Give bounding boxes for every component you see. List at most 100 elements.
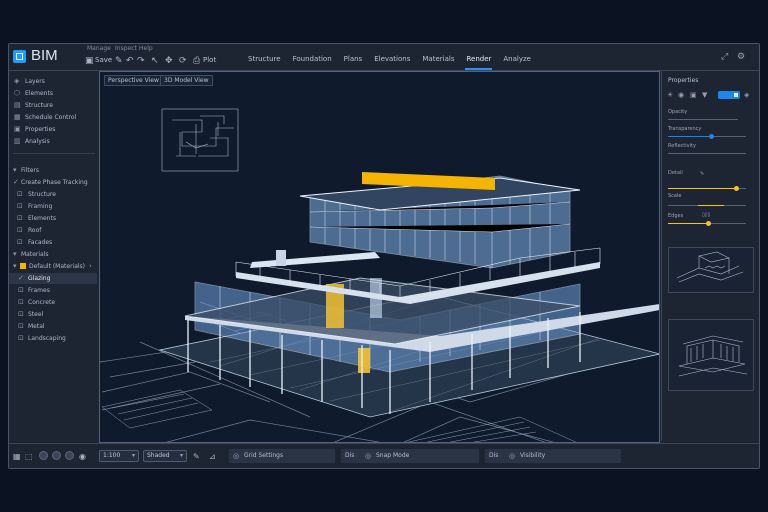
tree-item[interactable]: ⊡ Facades: [9, 237, 97, 248]
expand-icon[interactable]: ⤢: [721, 52, 728, 62]
tree-item-label: Structure: [28, 191, 56, 198]
pencil-icon[interactable]: ✎: [115, 56, 123, 66]
grid-view-icon[interactable]: ▦: [13, 452, 21, 461]
tab-3d-model-view[interactable]: 3D Model View: [160, 75, 213, 86]
section-label: Materials: [21, 251, 49, 258]
grid-icon: ◎: [233, 452, 240, 460]
tab-plans[interactable]: Plans: [343, 55, 364, 70]
snap-mode-field[interactable]: Dis ◎ Snap Mode: [341, 449, 479, 463]
view-style-dropdown[interactable]: Shaded ▾: [143, 450, 187, 462]
chevron-down-icon: ▾: [131, 452, 135, 459]
material-item[interactable]: ⊡ Frames: [9, 285, 97, 296]
wall-icon: ▤: [14, 101, 21, 109]
layers-icon[interactable]: ◈: [744, 91, 749, 99]
tab-structure[interactable]: Structure: [247, 55, 282, 70]
tab-foundation[interactable]: Foundation: [292, 55, 333, 70]
chevron-down-icon: ▾: [179, 452, 183, 459]
bottom-status-toolbar: ▦ ⬚ ◉ 1:100 ▾ Shaded ▾ ✎ ⊿ ◎ Grid Settin…: [9, 443, 759, 468]
folder-icon: ⊡: [17, 190, 23, 198]
folder-icon: ⊡: [17, 238, 23, 246]
measure-icon[interactable]: ⊿: [209, 452, 216, 461]
visibility-field[interactable]: Dis ◎ Visibility: [485, 449, 621, 463]
sidebar-item-structure[interactable]: ▤ Structure: [9, 100, 97, 111]
detail-slider[interactable]: [668, 186, 746, 191]
sun-icon[interactable]: ☀: [667, 91, 673, 99]
opacity-slider[interactable]: [668, 119, 738, 120]
settings-icon[interactable]: ⚙: [737, 52, 745, 62]
tree-item[interactable]: ⊡ Roof: [9, 225, 97, 236]
material-item[interactable]: ⊡ Metal: [9, 321, 97, 332]
scale-slider[interactable]: [668, 205, 746, 206]
print-icon[interactable]: ⎙: [193, 56, 200, 66]
detail-label: Detail: [668, 170, 683, 176]
reflectivity-slider[interactable]: [668, 153, 746, 154]
sidebar-item-label: Layers: [25, 78, 45, 85]
zoom-in-icon[interactable]: [39, 451, 48, 460]
folder-icon: ⊡: [17, 214, 23, 222]
grid-settings-field[interactable]: ◎ Grid Settings: [229, 449, 335, 463]
quick-label[interactable]: Inspect: [115, 45, 137, 52]
field-label: Grid Settings: [244, 452, 284, 459]
scale-label: Scale: [668, 193, 682, 199]
top-toolbar: BIM Manage Inspect Help ▣ Save ✎ ↶ ↷ ↖ ✥…: [9, 44, 759, 71]
edit-icon[interactable]: ✎: [700, 171, 704, 177]
stair-detail-thumbnail[interactable]: [668, 247, 754, 293]
tab-analyze[interactable]: Analyze: [502, 55, 532, 70]
pencil-icon[interactable]: ✎: [193, 452, 200, 461]
tree-item[interactable]: ⊡ Framing: [9, 201, 97, 212]
tree-item-label: Roof: [28, 227, 42, 234]
plot-label[interactable]: Plot: [203, 56, 216, 64]
sidebar-item-properties[interactable]: ▣ Properties: [9, 124, 97, 135]
zoom-out-icon[interactable]: [52, 451, 61, 460]
filter-icon[interactable]: ▼: [702, 91, 707, 99]
sidebar-item-analysis[interactable]: ▥ Analysis: [9, 136, 97, 147]
tab-elevations[interactable]: Elevations: [373, 55, 411, 70]
phase-tracking-section[interactable]: ✓ Create Phase Tracking: [9, 177, 97, 188]
scale-value: 1:100: [103, 452, 121, 459]
material-item[interactable]: ⊡ Steel: [9, 309, 97, 320]
layers-icon: ◈: [14, 77, 20, 85]
project-browser-sidebar: ◈ Layers ⬡ Elements ▤ Structure ▦ Schedu…: [9, 71, 100, 441]
select-icon[interactable]: ⬚: [25, 452, 33, 461]
tab-materials[interactable]: Materials: [421, 55, 455, 70]
undo-icon[interactable]: ↶: [126, 56, 134, 66]
scale-dropdown[interactable]: 1:100 ▾: [99, 450, 139, 462]
quick-label[interactable]: Help: [139, 45, 153, 52]
grid-icon: ▦: [14, 113, 21, 121]
building-3d-model[interactable]: [100, 72, 660, 443]
tree-item[interactable]: ⊡ Structure: [9, 189, 97, 200]
cursor-icon[interactable]: ↖: [151, 56, 159, 66]
bim-application-window: BIM Manage Inspect Help ▣ Save ✎ ↶ ↷ ↖ ✥…: [8, 43, 760, 469]
elevation-thumbnail[interactable]: [668, 319, 754, 391]
tab-perspective-view[interactable]: Perspective View: [104, 75, 163, 86]
checkbox-icon: ⊡: [18, 286, 24, 294]
lock-icon[interactable]: ▣: [690, 91, 697, 99]
move-icon[interactable]: ✥: [165, 56, 173, 66]
sidebar-item-elements[interactable]: ⬡ Elements: [9, 88, 97, 99]
sidebar-item-label: Elements: [25, 90, 53, 97]
quick-label[interactable]: Manage: [87, 45, 111, 52]
materials-section[interactable]: ▾ Materials: [9, 249, 97, 260]
tab-render[interactable]: Render: [465, 55, 493, 70]
eye-icon[interactable]: ◉: [678, 91, 684, 99]
material-item[interactable]: ⊡ Landscaping: [9, 333, 97, 344]
material-item[interactable]: ⊡ Concrete: [9, 297, 97, 308]
display-icon[interactable]: ◉: [79, 452, 86, 461]
material-item-selected[interactable]: ✓ Glazing: [9, 273, 97, 284]
filters-section[interactable]: ▾ Filters: [9, 165, 97, 176]
redo-icon[interactable]: ↷: [137, 56, 145, 66]
3d-viewport[interactable]: Perspective View 3D Model View: [99, 71, 660, 443]
transparency-slider[interactable]: [668, 134, 746, 139]
tree-item[interactable]: ⊡ Elements: [9, 213, 97, 224]
rotate-icon[interactable]: ⟳: [179, 56, 187, 66]
visibility-toggle[interactable]: [718, 91, 740, 99]
eye-icon[interactable]: [65, 451, 74, 460]
section-label: Create Phase Tracking: [21, 179, 88, 186]
view-style-value: Shaded: [147, 452, 170, 459]
sidebar-item-schedule[interactable]: ▦ Schedule Control: [9, 112, 97, 123]
save-label[interactable]: Save: [95, 56, 112, 64]
save-icon[interactable]: ▣: [85, 56, 94, 66]
sidebar-item-layers[interactable]: ◈ Layers: [9, 76, 97, 87]
edges-slider[interactable]: [668, 221, 746, 226]
materials-group[interactable]: ▾ Default (Materials) ›: [9, 261, 97, 272]
